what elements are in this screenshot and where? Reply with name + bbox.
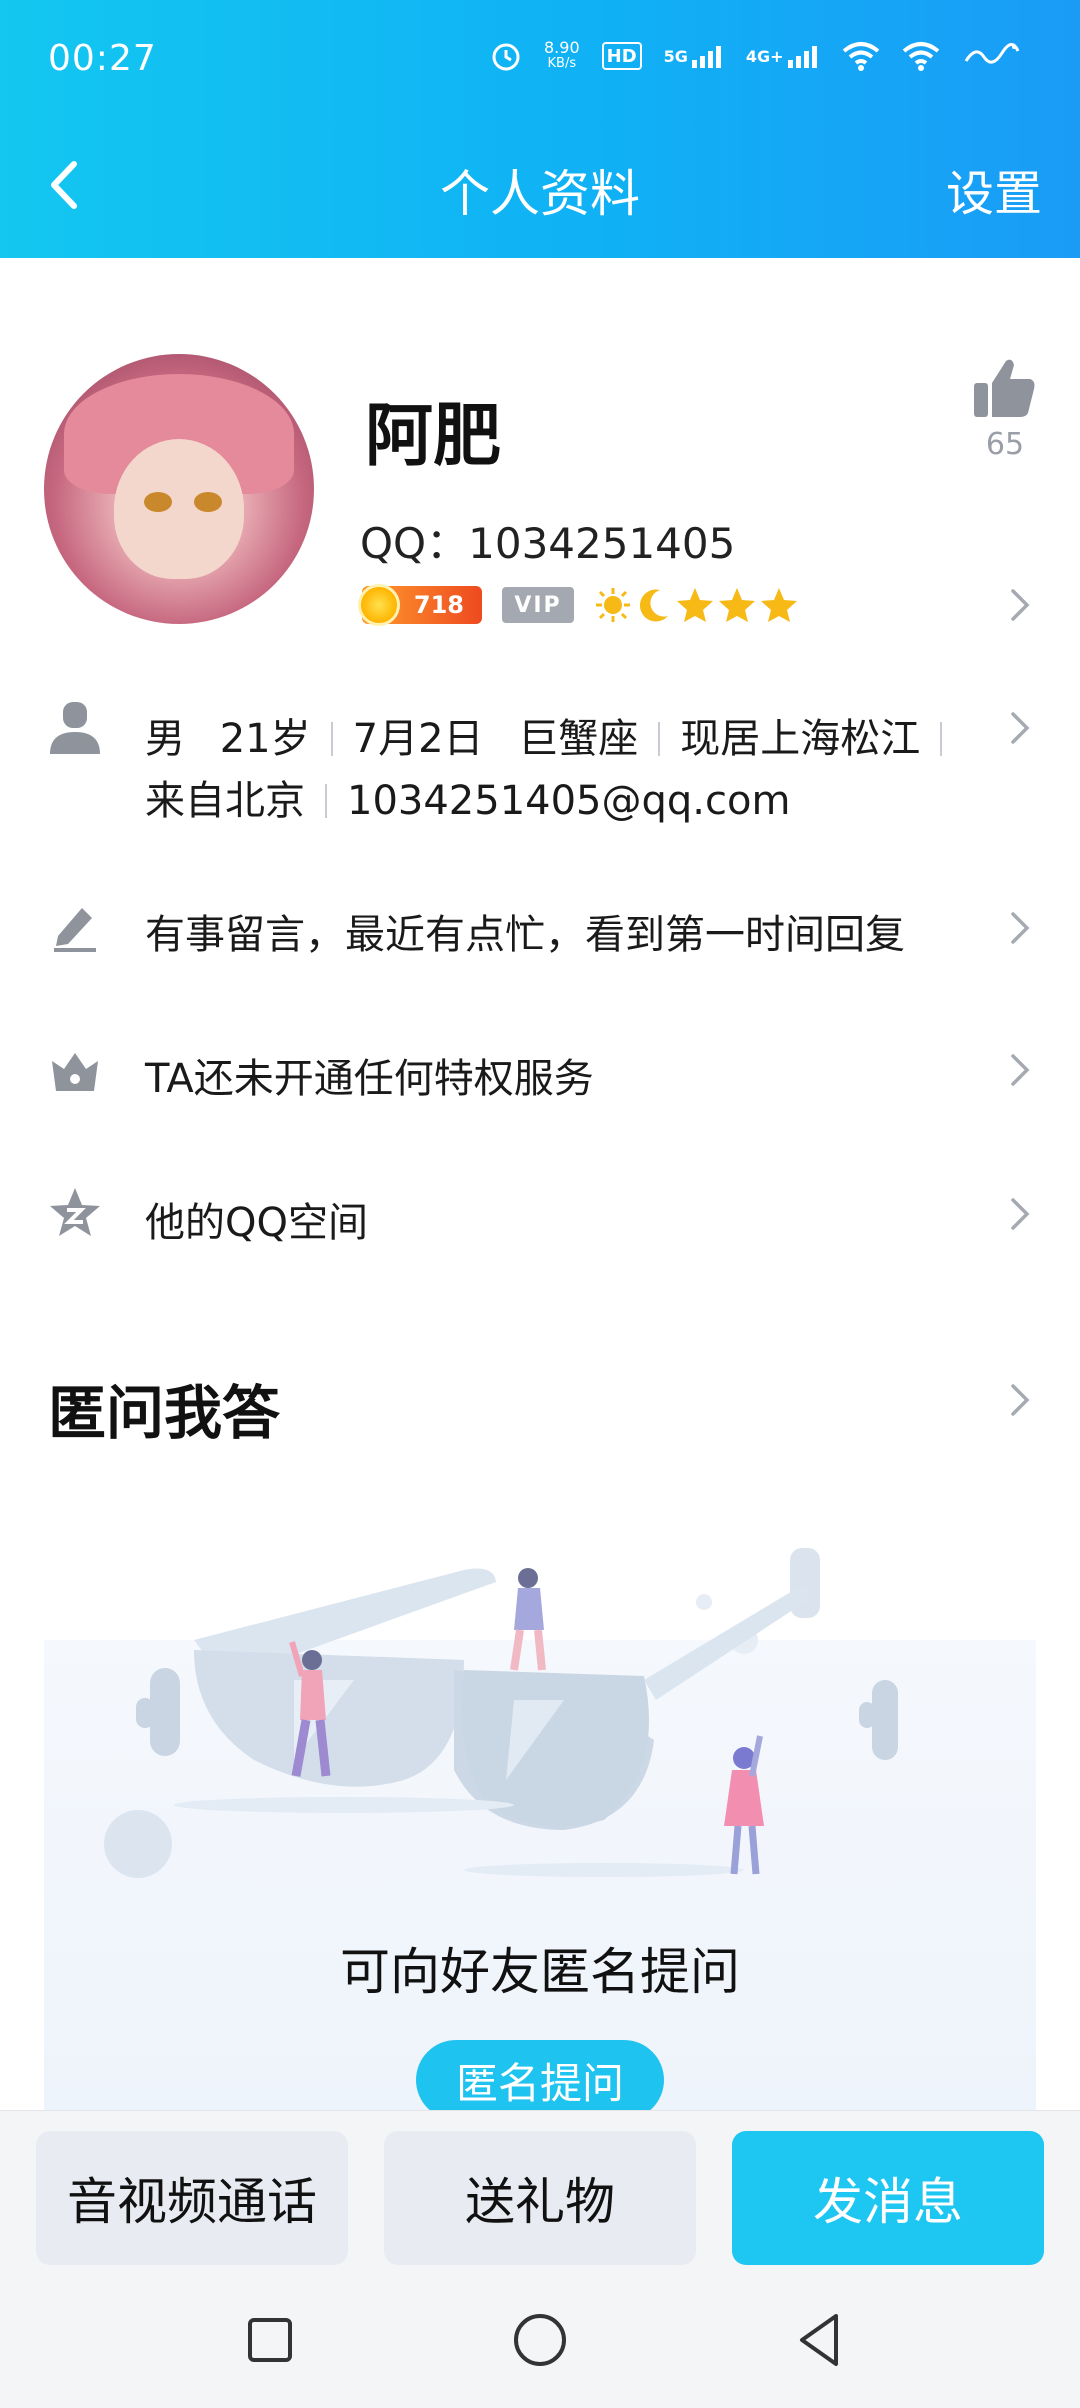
- like-count: 65: [985, 427, 1025, 462]
- status-bar: 00:27 8.90 KB/s HD 5G 4G+: [0, 0, 1080, 120]
- status-time: 00:27: [48, 38, 157, 79]
- birthday: 7月2日: [352, 716, 484, 762]
- level-icons: [594, 586, 798, 624]
- sun-icon: [596, 588, 630, 622]
- hometown: 来自北京: [145, 778, 305, 824]
- gender: 男: [145, 716, 185, 762]
- speed-unit: KB/s: [547, 56, 577, 71]
- star-icon: [719, 588, 755, 622]
- avatar-face: [114, 439, 244, 579]
- qzone-row[interactable]: 他的QQ空间: [145, 1190, 368, 1248]
- anonymous-question-button[interactable]: 匿名提问: [416, 2040, 664, 2120]
- section-title-qa: 匿问我答: [48, 1379, 281, 1447]
- system-nav-bar: [0, 2270, 1080, 2408]
- chevron-right-icon[interactable]: [1005, 1194, 1035, 1234]
- signal-4g-label: 4G+: [745, 46, 784, 66]
- bottom-action-bar: 音视频通话 送礼物 发消息: [0, 2110, 1080, 2270]
- hd-icon: HD: [601, 42, 642, 70]
- network-speed: 8.90 KB/s: [544, 38, 580, 74]
- star-icon: [761, 588, 797, 622]
- avatar[interactable]: [44, 354, 314, 624]
- like-button[interactable]: 65: [970, 355, 1040, 462]
- signal-4g-icon: 4G+: [746, 38, 820, 74]
- alarm-icon: [490, 38, 522, 74]
- chevron-right-icon[interactable]: [1005, 708, 1035, 748]
- chevron-right-icon[interactable]: [1005, 1050, 1035, 1090]
- email: 1034251405@qq.com: [347, 778, 791, 824]
- level-badge: 718: [358, 584, 482, 626]
- coin-icon: [358, 584, 400, 626]
- edit-icon: [54, 908, 96, 952]
- qq-number-line: QQ：1034251405: [360, 510, 735, 571]
- vip-badge: VIP: [502, 587, 574, 623]
- qq-number: 1034251405: [468, 519, 736, 568]
- user-icon: [50, 702, 100, 754]
- signal-5g-icon: 5G: [664, 38, 724, 74]
- signal-5g-label: 5G: [663, 46, 688, 66]
- status-icons: 8.90 KB/s HD 5G 4G+: [490, 38, 1022, 74]
- details-line-2[interactable]: 来自北京 1034251405@qq.com: [145, 768, 790, 826]
- chevron-right-icon[interactable]: [1005, 908, 1035, 948]
- level-number: 718: [413, 591, 464, 619]
- details-line-1[interactable]: 男 21岁 7月2日 巨蟹座 现居上海松江: [145, 706, 962, 764]
- signature-row[interactable]: 有事留言，最近有点忙，看到第一时间回复: [145, 902, 905, 960]
- settings-button[interactable]: 设置: [946, 154, 1042, 224]
- top-header: 00:27 8.90 KB/s HD 5G 4G+ 个人资料 设置: [0, 0, 1080, 258]
- age: 21岁: [219, 716, 311, 762]
- qa-prompt: 可向好友匿名提问: [340, 1943, 740, 2001]
- recent-apps-icon[interactable]: [240, 2310, 300, 2370]
- privilege-row[interactable]: TA还未开通任何特权服务: [145, 1046, 594, 1104]
- wifi-icon: [902, 38, 940, 74]
- qzone-star-icon: [50, 1188, 100, 1236]
- divider: [330, 722, 333, 756]
- send-gift-button[interactable]: 送礼物: [384, 2131, 696, 2265]
- battery-icon: [962, 38, 1022, 74]
- chevron-right-icon[interactable]: [1005, 585, 1035, 625]
- home-icon[interactable]: [510, 2310, 570, 2370]
- back-icon[interactable]: [790, 2310, 850, 2370]
- page-title: 个人资料: [440, 165, 640, 223]
- avatar-eye: [194, 492, 222, 512]
- send-message-button[interactable]: 发消息: [732, 2131, 1044, 2265]
- divider: [325, 784, 327, 818]
- badges-row[interactable]: 718 VIP: [358, 580, 798, 630]
- chevron-right-icon[interactable]: [1005, 1380, 1035, 1420]
- profile-name: 阿肥: [365, 397, 502, 476]
- zodiac: 巨蟹座: [518, 716, 639, 762]
- divider: [658, 722, 661, 756]
- video-call-button[interactable]: 音视频通话: [36, 2131, 348, 2265]
- avatar-eye: [144, 492, 172, 512]
- wifi-icon: [842, 38, 880, 74]
- qq-label: QQ：: [360, 519, 469, 568]
- divider: [940, 722, 943, 756]
- moon-icon: [639, 589, 668, 622]
- glasses-illustration: [104, 1548, 898, 1878]
- star-icon: [677, 588, 713, 622]
- location: 现居上海松江: [680, 716, 921, 762]
- nav-bar: 个人资料 设置: [0, 140, 1080, 230]
- speed-value: 8.90: [544, 38, 580, 57]
- crown-icon: [52, 1053, 98, 1091]
- thumbs-up-icon: [974, 359, 1035, 417]
